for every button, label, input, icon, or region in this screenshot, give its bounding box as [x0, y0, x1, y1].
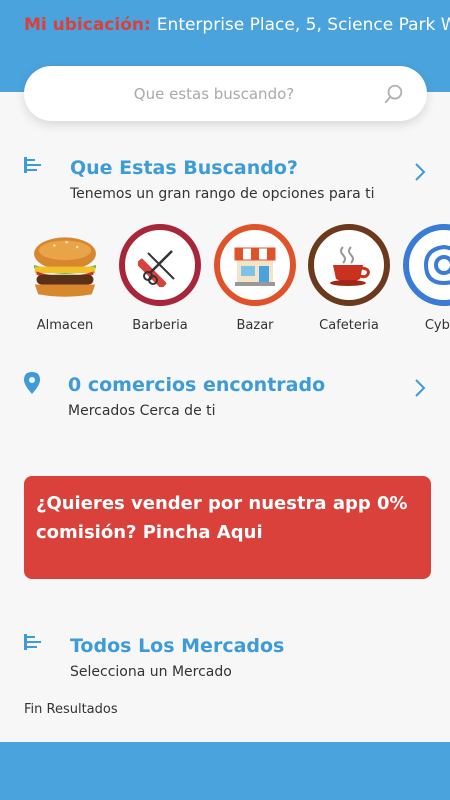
category-circle: [24, 224, 106, 306]
list-icon: [24, 634, 41, 650]
markets-subtitle: Selecciona un Mercado: [70, 664, 232, 680]
storefront-icon: [234, 247, 276, 286]
chevron-right-icon[interactable]: [413, 161, 427, 183]
location-pin-icon: [24, 372, 40, 394]
category-circle: [403, 224, 450, 306]
nearby-subtitle: Mercados Cerca de ti: [68, 403, 216, 419]
bottom-bar: [0, 742, 450, 800]
category-circle: [119, 224, 201, 306]
category-cyber[interactable]: Cyber: [401, 222, 450, 342]
search-input[interactable]: [44, 66, 384, 121]
end-results-text: Fin Resultados: [24, 702, 118, 717]
location-row[interactable]: Mi ubicación: Enterprise Place, 5, Scienc…: [24, 14, 450, 36]
category-bazar[interactable]: Bazar: [212, 222, 302, 342]
markets-title[interactable]: Todos Los Mercados: [70, 635, 284, 657]
comb-scissors-icon: [138, 250, 175, 287]
nearby-title: 0 comercios encontrado: [68, 374, 326, 396]
burger-icon: [34, 237, 96, 297]
categories-carousel[interactable]: Almacen Barberia Bazar Cafeteria Cyb: [0, 222, 450, 342]
category-cafeteria[interactable]: Cafeteria: [306, 222, 396, 342]
category-label: Cafeteria: [319, 318, 379, 333]
category-circle: [308, 224, 390, 306]
category-label: Bazar: [236, 318, 274, 333]
location-value[interactable]: Enterprise Place, 5, Science Park West A…: [157, 15, 450, 35]
search-icon[interactable]: [383, 83, 405, 105]
category-label: Cyber: [424, 318, 450, 333]
coffee-cup-icon: [330, 246, 370, 286]
category-circle: [214, 224, 296, 306]
chevron-right-icon[interactable]: [413, 377, 427, 399]
list-icon: [24, 157, 41, 173]
category-label: Barberia: [132, 318, 188, 333]
search-bar[interactable]: [24, 66, 427, 121]
category-almacen[interactable]: Almacen: [22, 222, 112, 342]
at-sign-icon: [423, 244, 450, 286]
categories-subtitle: Tenemos un gran rango de opciones para t…: [70, 186, 375, 202]
category-label: Almacen: [36, 318, 94, 333]
category-barberia[interactable]: Barberia: [117, 222, 207, 342]
location-label: Mi ubicación:: [24, 15, 151, 35]
sell-promo-banner[interactable]: ¿Quieres vender por nuestra app 0% comis…: [24, 476, 431, 579]
categories-title: Que Estas Buscando?: [70, 157, 298, 179]
